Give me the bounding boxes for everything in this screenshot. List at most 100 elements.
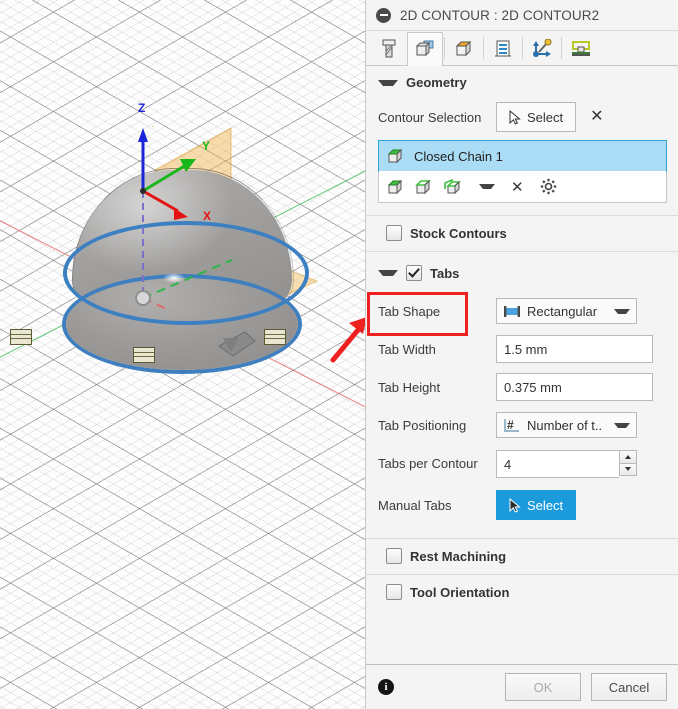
tab-passes[interactable]: [485, 32, 521, 65]
tabstrip-divider: [561, 37, 562, 59]
tabs-checkbox[interactable]: [406, 265, 422, 281]
cursor-icon: [509, 109, 521, 125]
tab-manual-nc[interactable]: [563, 32, 599, 65]
3d-viewport[interactable]: Z Y X: [0, 0, 365, 709]
tabstrip-divider: [444, 37, 445, 59]
ok-button[interactable]: OK: [505, 673, 581, 701]
tab-marker: [10, 329, 32, 345]
chevron-down-icon: [378, 270, 398, 276]
manual-tabs-select-label: Select: [527, 497, 564, 513]
dialog-tabstrip: [366, 31, 678, 66]
list-item[interactable]: Closed Chain 1: [378, 140, 667, 172]
heights-box-icon: [455, 40, 472, 57]
tab-height-label: Tab Height: [378, 379, 441, 395]
tool-orientation-label: Tool Orientation: [410, 584, 510, 600]
row-manual-tabs: Manual Tabs Select: [366, 482, 678, 528]
section-tabs-header[interactable]: Tabs: [366, 252, 678, 292]
row-tab-shape: Tab Shape Rectangular: [366, 292, 678, 330]
section-tabs-title: Tabs: [430, 265, 460, 281]
annotation-arrow-icon: [330, 317, 365, 363]
tab-positioning-value: Number of t..: [527, 417, 603, 433]
section-rest-machining[interactable]: Rest Machining: [366, 539, 678, 572]
axis-label-y: Y: [202, 139, 211, 153]
stepper-buttons: [619, 450, 637, 476]
chevron-down-icon[interactable]: [479, 184, 495, 189]
section-geometry-header[interactable]: Geometry: [366, 66, 678, 98]
contour-select-button[interactable]: Select: [496, 102, 577, 132]
row-tab-positioning: Tab Positioning # Number of t..: [366, 406, 678, 444]
selection-toolbar: ✕: [379, 171, 666, 202]
tab-tool[interactable]: [371, 32, 407, 65]
origin-triad: [135, 128, 233, 310]
tabs-per-contour-stepper[interactable]: 4: [496, 450, 637, 478]
axis-label-z: Z: [138, 101, 146, 115]
tab-width-input[interactable]: 1.5 mm: [496, 335, 653, 363]
caret-up-icon: [625, 454, 631, 459]
green-top-box-icon[interactable]: [387, 179, 405, 195]
tab-positioning-dropdown[interactable]: # Number of t..: [496, 412, 637, 438]
chevron-down-icon: [614, 422, 630, 428]
contour-selection-label: Contour Selection: [378, 109, 482, 125]
stock-contours-checkbox[interactable]: [386, 225, 402, 241]
stepper-up-button[interactable]: [619, 450, 637, 464]
collapse-icon[interactable]: [376, 7, 391, 23]
section-stock-contours[interactable]: Stock Contours: [366, 216, 678, 249]
tab-linking[interactable]: [524, 32, 560, 65]
tab-marker: [264, 329, 286, 345]
axis-label-x: X: [203, 209, 212, 223]
contour-select-label: Select: [527, 109, 564, 125]
row-tab-width: Tab Width 1.5 mm: [366, 330, 678, 368]
number-of-tabs-icon: #: [504, 418, 519, 432]
green-outline-box-icon[interactable]: [415, 179, 433, 195]
tabstrip-divider: [522, 37, 523, 59]
tab-geometry[interactable]: [407, 32, 443, 66]
dialog-header: 2D CONTOUR : 2D CONTOUR2: [366, 0, 678, 31]
row-tab-height: Tab Height 0.375 mm: [366, 368, 678, 406]
tab-shape-dropdown[interactable]: Rectangular: [496, 298, 637, 324]
rest-machining-checkbox[interactable]: [386, 548, 402, 564]
info-icon[interactable]: i: [378, 679, 394, 695]
selection-list: Closed Chain 1 ✕: [378, 140, 667, 203]
row-tabs-per-contour: Tabs per Contour 4: [366, 444, 678, 482]
chevron-down-icon: [614, 308, 630, 314]
rest-machining-label: Rest Machining: [410, 548, 507, 564]
caret-down-icon: [625, 467, 631, 472]
dialog-title: 2D CONTOUR : 2D CONTOUR2: [400, 7, 600, 23]
x-icon[interactable]: ✕: [511, 178, 524, 196]
green-multi-box-icon[interactable]: [443, 178, 463, 195]
section-geometry-title: Geometry: [406, 75, 467, 90]
endmill-tool-icon: [382, 39, 396, 58]
cursor-icon: [509, 497, 521, 513]
tool-marker-icon: [218, 331, 256, 357]
stock-contours-label: Stock Contours: [410, 225, 507, 241]
row-contour-selection: Contour Selection Select ✕: [366, 98, 678, 136]
tab-positioning-label: Tab Positioning: [378, 417, 467, 433]
tab-marker: [133, 347, 155, 363]
tabs-per-contour-label: Tabs per Contour: [378, 455, 478, 471]
rectangular-tab-icon: [504, 305, 520, 317]
tab-shape-value: Rectangular: [527, 303, 598, 319]
stepper-down-button[interactable]: [619, 463, 637, 476]
tool-orientation-checkbox[interactable]: [386, 584, 402, 600]
gear-icon[interactable]: [540, 178, 557, 195]
clear-x-icon[interactable]: ✕: [590, 109, 603, 125]
manual-tabs-select-button[interactable]: Select: [496, 490, 577, 520]
cancel-button[interactable]: Cancel: [591, 673, 667, 701]
tab-width-label: Tab Width: [378, 341, 436, 357]
svg-text:#: #: [507, 418, 514, 432]
geometry-faces-icon: [415, 40, 434, 57]
chevron-down-icon: [378, 79, 398, 86]
dialog-body: Geometry Contour Selection Select ✕ Clos…: [366, 66, 678, 664]
tab-shape-label: Tab Shape: [378, 303, 441, 319]
tab-heights[interactable]: [446, 32, 482, 65]
operation-dialog: 2D CONTOUR : 2D CONTOUR2 Geometry Contou…: [365, 0, 678, 709]
tabs-per-contour-input[interactable]: 4: [496, 450, 619, 478]
tabstrip-divider: [483, 37, 484, 59]
chain-face-icon: [387, 148, 403, 164]
tab-height-input[interactable]: 0.375 mm: [496, 373, 653, 401]
section-tool-orientation[interactable]: Tool Orientation: [366, 575, 678, 608]
list-item-label: Closed Chain 1: [414, 148, 503, 164]
passes-layers-icon: [495, 40, 511, 57]
manual-tabs-label: Manual Tabs: [378, 497, 452, 513]
dialog-footer: i OK Cancel: [366, 664, 678, 709]
